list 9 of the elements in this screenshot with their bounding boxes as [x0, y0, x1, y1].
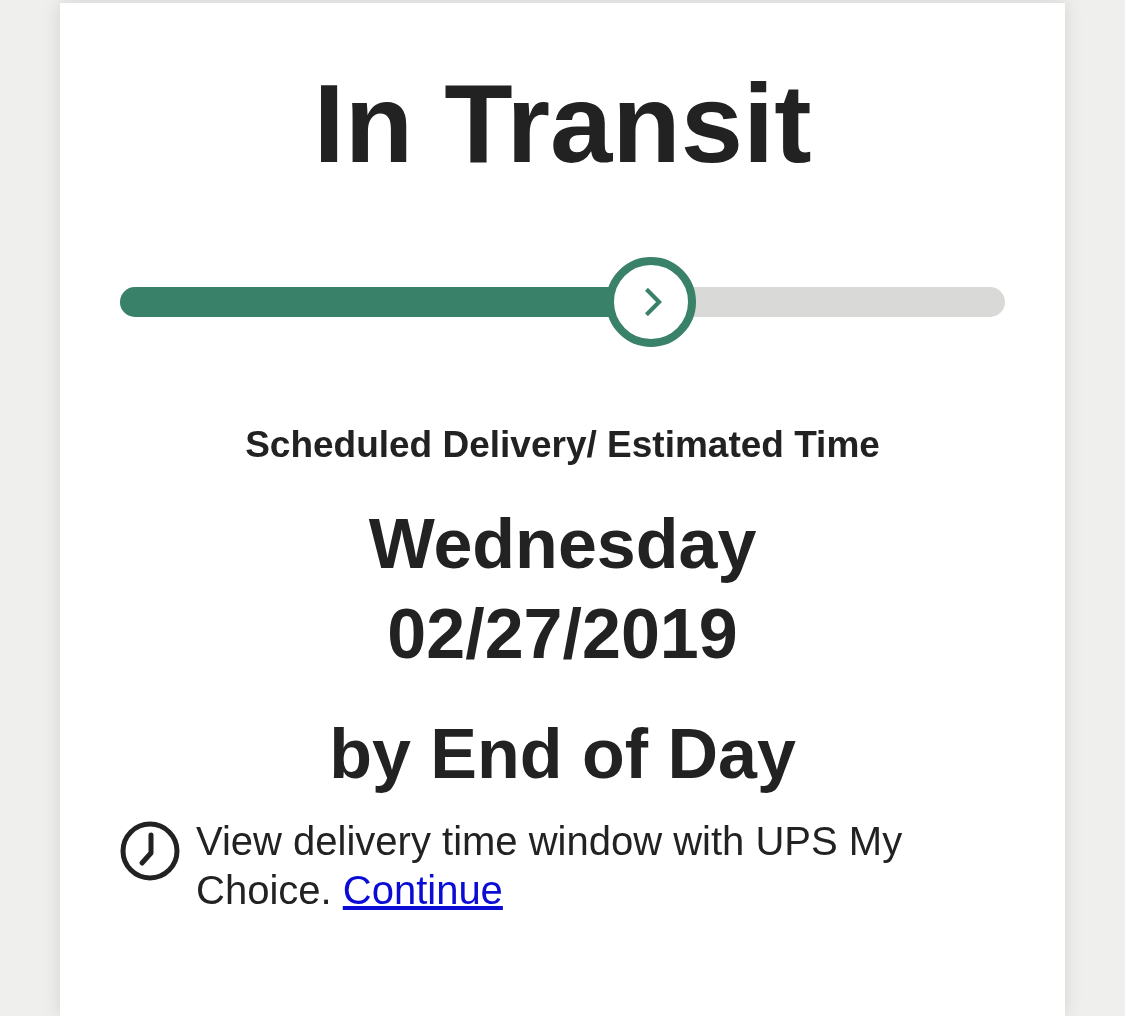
- delivery-day: Wednesday: [120, 499, 1005, 589]
- status-title: In Transit: [312, 60, 813, 188]
- continue-link[interactable]: Continue: [342, 868, 503, 912]
- delivery-time: by End of Day: [328, 714, 797, 795]
- delivery-label: Scheduled Delivery/ Estimated Time: [244, 423, 881, 467]
- delivery-window-text: View delivery time window with UPS My Choice. Continue: [196, 818, 904, 914]
- clock-icon: [120, 821, 180, 881]
- chevron-right-icon: [644, 288, 662, 316]
- delivery-date: 02/27/2019: [386, 594, 739, 675]
